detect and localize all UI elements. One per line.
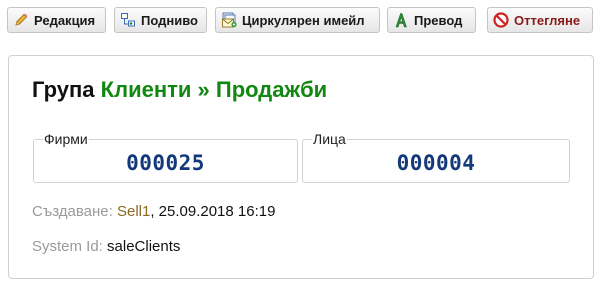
system-id-info: System Id: saleClients <box>32 238 180 255</box>
reject-button[interactable]: Оттегляне <box>487 7 593 33</box>
edit-button[interactable]: Редакция <box>7 7 106 33</box>
toolbar: Редакция Подниво Циркулярен имейл Превод <box>0 0 600 40</box>
firms-count: 000025 <box>126 151 205 175</box>
translate-icon <box>395 13 407 28</box>
translation-button-label: Превод <box>414 12 463 28</box>
group-details-panel: Група Клиенти » Продажби Фирми 000025 Ли… <box>8 55 594 279</box>
circular-email-button[interactable]: Циркулярен имейл <box>215 7 380 33</box>
firms-label: Фирми <box>43 131 89 147</box>
system-id-label: System Id: <box>32 238 103 255</box>
persons-label: Лица <box>312 131 347 147</box>
persons-count: 000004 <box>396 151 476 175</box>
firms-counter: Фирми 000025 <box>33 131 298 183</box>
pencil-icon <box>15 13 28 26</box>
created-by-link[interactable]: Sell1 <box>117 203 150 220</box>
translation-button[interactable]: Превод <box>387 7 476 33</box>
created-info: Създаване: Sell1, 25.09.2018 16:19 <box>32 203 275 220</box>
group-name: Клиенти » Продажби <box>100 77 328 102</box>
tree-icon <box>121 13 135 27</box>
created-label: Създаване: <box>32 203 113 220</box>
system-id-value: saleClients <box>107 238 181 255</box>
subgroup-button-label: Подниво <box>141 12 198 28</box>
reject-icon <box>493 12 509 28</box>
edit-button-label: Редакция <box>34 12 96 28</box>
email-icon <box>222 12 237 28</box>
subgroup-button[interactable]: Подниво <box>114 7 207 33</box>
circular-email-button-label: Циркулярен имейл <box>242 12 365 28</box>
page-title: Група Клиенти » Продажби <box>32 77 327 103</box>
reject-button-label: Оттегляне <box>514 12 581 28</box>
created-date: , 25.09.2018 16:19 <box>150 203 276 220</box>
title-prefix: Група <box>32 77 95 102</box>
persons-counter: Лица 000004 <box>302 131 570 183</box>
